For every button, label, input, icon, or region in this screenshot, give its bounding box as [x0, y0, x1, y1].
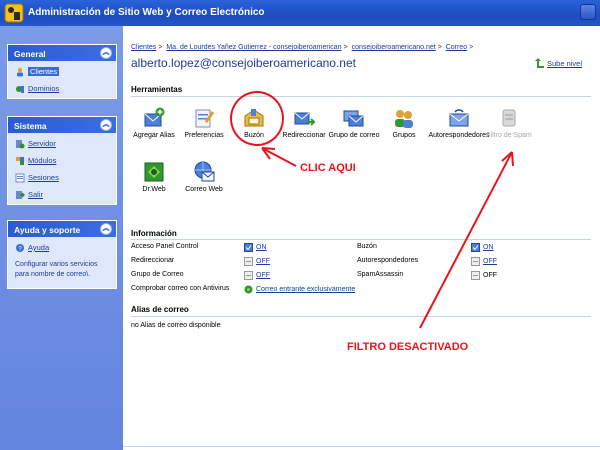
- info-value-antivirus[interactable]: Correo entrante exclusivamente: [244, 285, 355, 294]
- panel-header-ayuda[interactable]: Ayuda y soporte ︽: [8, 221, 116, 237]
- sidebar: General ︽ Clientes Dominios Sistema ︽ Se…: [0, 26, 123, 450]
- status-on-icon: [471, 243, 480, 252]
- info-value-mail-group[interactable]: OFF: [244, 271, 270, 280]
- status-on-icon: [244, 243, 253, 252]
- add-alias-icon: [144, 107, 165, 127]
- info-label: Redireccionar: [131, 257, 175, 264]
- groups-icon: [395, 110, 413, 128]
- main-content: Clientes > Ma. de Lourdes Yañez Gutierrez…: [123, 26, 600, 450]
- sidebar-item-modulos[interactable]: Módulos: [8, 150, 116, 167]
- tool-webmail[interactable]: Correo Web: [175, 160, 233, 193]
- tool-groups[interactable]: Grupos: [375, 106, 433, 139]
- tool-spam-filter: Filtro de Spam: [480, 106, 538, 139]
- breadcrumb-domain[interactable]: consejoiberoamericano.net: [352, 44, 436, 51]
- collapse-icon[interactable]: ︽: [100, 223, 112, 235]
- up-level-link[interactable]: Sube nivel: [534, 58, 582, 68]
- sidebar-item-salir[interactable]: Salir: [8, 184, 116, 201]
- spam-filter-icon: [502, 109, 516, 127]
- breadcrumb-clientes[interactable]: Clientes: [131, 44, 156, 51]
- up-arrow-icon: [534, 58, 544, 68]
- collapse-icon[interactable]: ︽: [100, 47, 112, 59]
- domains-icon: [16, 85, 24, 93]
- info-label: SpamAssassin: [357, 271, 404, 278]
- info-label: Grupo de Correo: [131, 271, 184, 278]
- info-label: Acceso Panel Control: [131, 243, 199, 250]
- page-title: alberto.lopez@consejoiberoamericano.net: [131, 56, 356, 70]
- modules-icon: [16, 156, 24, 165]
- aliases-empty-message: no Alias de correo disponible: [131, 322, 221, 329]
- collapse-icon[interactable]: ︽: [100, 119, 112, 131]
- app-logo-icon: [4, 3, 24, 23]
- mail-group-icon: [343, 110, 364, 127]
- section-divider: [131, 316, 591, 317]
- panel-header-sistema[interactable]: Sistema ︽: [8, 117, 116, 133]
- section-divider: [131, 239, 591, 240]
- annotation-filter-off: FILTRO DESACTIVADO: [347, 341, 469, 353]
- drweb-icon: [144, 162, 164, 182]
- info-value-spamassassin: OFF: [471, 271, 497, 280]
- help-icon: ?: [16, 243, 24, 252]
- brand-icon: [580, 4, 596, 20]
- app-title: Administración de Sitio Web y Correo Ele…: [28, 7, 265, 18]
- antivirus-icon: [244, 285, 253, 294]
- sidebar-panel-sistema: Sistema ︽ Servidor Módulos Sesiones Sali…: [7, 116, 117, 205]
- sidebar-panel-general: General ︽ Clientes Dominios: [7, 44, 117, 99]
- server-icon: [16, 139, 25, 148]
- info-label: Autorespondedores: [357, 257, 419, 264]
- sidebar-item-dominios[interactable]: Dominios: [8, 78, 116, 95]
- status-off-icon: [471, 257, 480, 266]
- info-value-panel-access[interactable]: ON: [244, 243, 267, 252]
- webmail-icon: [194, 161, 215, 182]
- annotation-circle: [230, 91, 284, 146]
- section-title-tools: Herramientas: [131, 85, 183, 94]
- preferences-icon: [195, 109, 215, 128]
- exit-icon: [16, 190, 25, 199]
- section-title-aliases: Alias de correo: [131, 305, 189, 314]
- info-label: Comprobar correo con Antivirus: [131, 285, 230, 292]
- sessions-icon: [15, 173, 25, 182]
- sidebar-item-servidor[interactable]: Servidor: [8, 133, 116, 150]
- info-value-redirect[interactable]: OFF: [244, 257, 270, 266]
- breadcrumb-correo[interactable]: Correo: [446, 44, 467, 51]
- sidebar-item-clientes[interactable]: Clientes: [8, 61, 116, 78]
- status-off-icon: [471, 271, 480, 280]
- status-off-icon: [244, 257, 253, 266]
- annotation-click-here: CLIC AQUI: [300, 162, 356, 174]
- status-off-icon: [244, 271, 253, 280]
- panel-header-general[interactable]: General ︽: [8, 45, 116, 61]
- breadcrumb-client[interactable]: Ma. de Lourdes Yañez Gutierrez - consejo…: [166, 44, 341, 51]
- help-description: Configurar varios servicios para nombre …: [15, 261, 98, 278]
- title-bar: Administración de Sitio Web y Correo Ele…: [0, 0, 600, 26]
- breadcrumb: Clientes > Ma. de Lourdes Yañez Gutierrez…: [131, 44, 474, 51]
- section-title-info: Información: [131, 229, 177, 238]
- info-value-autoresponder[interactable]: OFF: [471, 257, 497, 266]
- users-icon: [17, 67, 23, 76]
- autoresponder-icon: [449, 109, 469, 127]
- sidebar-panel-ayuda: Ayuda y soporte ︽ ? Ayuda Configurar var…: [7, 220, 117, 289]
- redirect-icon: [294, 112, 316, 126]
- footer-divider: [123, 446, 600, 447]
- info-value-mailbox[interactable]: ON: [471, 243, 494, 252]
- info-label: Buzón: [357, 243, 377, 250]
- sidebar-item-sesiones[interactable]: Sesiones: [8, 167, 116, 184]
- sidebar-item-ayuda[interactable]: ? Ayuda: [8, 237, 116, 254]
- section-divider: [131, 96, 591, 97]
